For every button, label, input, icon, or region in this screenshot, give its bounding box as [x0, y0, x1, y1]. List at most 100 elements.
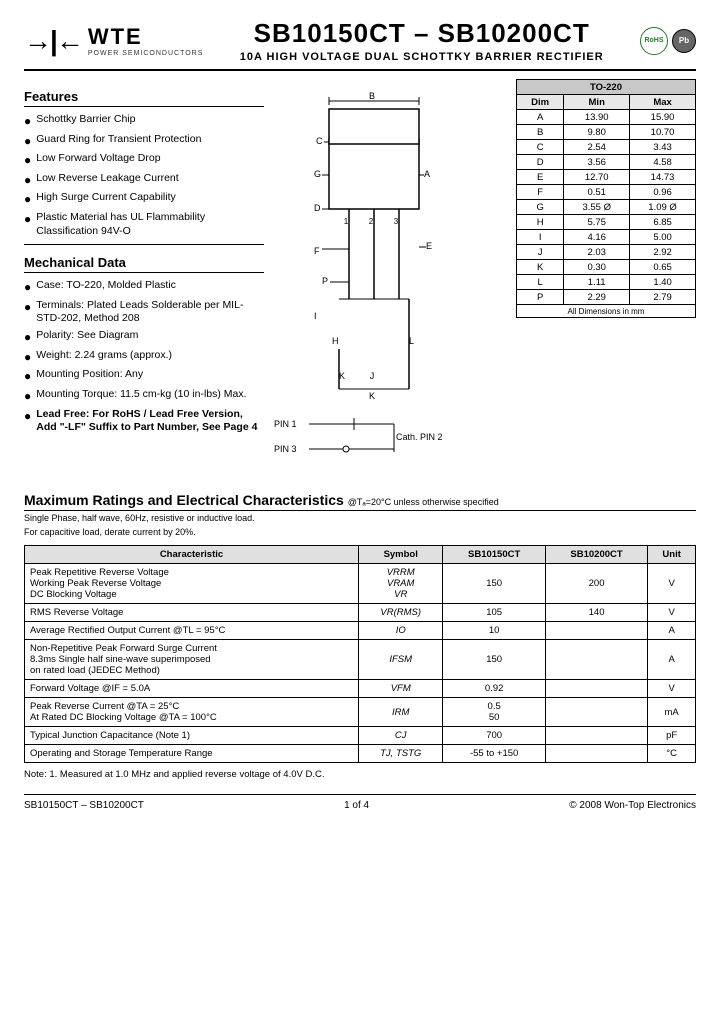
max-ratings-title: Maximum Ratings and Electrical Character… — [24, 492, 344, 508]
svg-text:C: C — [316, 136, 323, 146]
footer-right: © 2008 Won-Top Electronics — [569, 800, 696, 811]
char-cell: Forward Voltage @IF = 5.0A — [25, 680, 359, 698]
dim-cell: 1.11 — [564, 275, 630, 290]
dim-cell: K — [517, 260, 564, 275]
dim-cell: 14.73 — [630, 170, 696, 185]
dim-cell: 4.58 — [630, 155, 696, 170]
bullet-icon: ● — [24, 212, 31, 228]
svg-text:K: K — [369, 391, 375, 399]
dim-cell: H — [517, 215, 564, 230]
table-row: Operating and Storage Temperature RangeT… — [25, 745, 696, 763]
bullet-icon: ● — [24, 409, 31, 425]
dim-cell: 2.03 — [564, 245, 630, 260]
symbol-cell: VR(RMS) — [359, 604, 443, 622]
table-row: Non-Repetitive Peak Forward Surge Curren… — [25, 640, 696, 680]
unit-cell: A — [648, 622, 696, 640]
table-row: Typical Junction Capacitance (Note 1)CJ7… — [25, 727, 696, 745]
dim-cell: 3.55 Ø — [564, 200, 630, 215]
symbol-cell: IFSM — [359, 640, 443, 680]
max-ratings-section: Maximum Ratings and Electrical Character… — [24, 478, 696, 763]
symbol-cell: IO — [359, 622, 443, 640]
subtitle: 10A HIGH VOLTAGE DUAL SCHOTTKY BARRIER R… — [203, 51, 640, 63]
unit-cell: mA — [648, 698, 696, 727]
dim-cell: J — [517, 245, 564, 260]
svg-text:I: I — [314, 311, 317, 321]
page-footer: SB10150CT – SB10200CT 1 of 4 © 2008 Won-… — [24, 794, 696, 811]
table-row: RMS Reverse VoltageVR(RMS)105140V — [25, 604, 696, 622]
dim-cell: 2.79 — [630, 290, 696, 305]
dim-header-max: Max — [630, 95, 696, 110]
symbol-cell: VRRM VRAM VR — [359, 564, 443, 604]
svg-text:P: P — [322, 276, 328, 286]
dim-cell: L — [517, 275, 564, 290]
features-list: ●Schottky Barrier Chip ●Guard Ring for T… — [24, 113, 264, 238]
footer-center: 1 of 4 — [344, 800, 369, 811]
list-item: ●Schottky Barrier Chip — [24, 113, 264, 130]
dim-cell: 0.51 — [564, 185, 630, 200]
char-cell: Average Rectified Output Current @TL = 9… — [25, 622, 359, 640]
list-item: ●Terminals: Plated Leads Solderable per … — [24, 299, 264, 326]
char-col-header: Characteristic — [25, 546, 359, 564]
val2-cell — [545, 680, 647, 698]
pin-diagram: PIN 1 PIN 3 Cath. PIN 2 — [274, 412, 508, 464]
bullet-icon: ● — [24, 114, 31, 130]
symbol-cell: VFM — [359, 680, 443, 698]
svg-text:E: E — [426, 241, 432, 251]
symbol-cell: CJ — [359, 727, 443, 745]
rohs-badge: RoHS — [640, 27, 668, 55]
svg-text:1: 1 — [344, 217, 349, 226]
list-item: ●Plastic Material has UL Flammability Cl… — [24, 211, 264, 238]
dim-cell: A — [517, 110, 564, 125]
list-item: ●Guard Ring for Transient Protection — [24, 133, 264, 150]
max-ratings-condition: @Tₐ=20°C unless otherwise specified — [348, 497, 499, 507]
logo-symbol: →|← — [24, 25, 82, 57]
dim-cell: I — [517, 230, 564, 245]
bullet-icon: ● — [24, 330, 31, 346]
dim-cell: G — [517, 200, 564, 215]
val1-cell: 150 — [443, 564, 545, 604]
svg-text:3: 3 — [394, 217, 399, 226]
val1-cell: 150 — [443, 640, 545, 680]
table-row: Peak Reverse Current @TA = 25°C At Rated… — [25, 698, 696, 727]
dim-cell: 10.70 — [630, 125, 696, 140]
dim-footer: All Dimensions in mm — [517, 305, 696, 318]
unit-cell: pF — [648, 727, 696, 745]
dim-cell: 1.40 — [630, 275, 696, 290]
features-title: Features — [24, 89, 264, 107]
logo-text: WTE POWER SEMICONDUCTORS — [88, 24, 204, 57]
dimensions-table: TO-220 Dim Min Max A13.9015.90B9.8010.70… — [516, 79, 696, 318]
dim-cell: 2.54 — [564, 140, 630, 155]
svg-text:K: K — [339, 371, 345, 381]
list-item: ●Mounting Torque: 11.5 cm-kg (10 in-lbs)… — [24, 388, 264, 405]
list-item: ●Mounting Position: Any — [24, 368, 264, 385]
badges: RoHS Pb — [640, 27, 696, 55]
note-text: Note: 1. Measured at 1.0 MHz and applied… — [24, 769, 696, 780]
svg-text:G: G — [314, 169, 321, 179]
val2-cell: 200 — [545, 564, 647, 604]
diagram-svg: 1 2 3 B C G D F — [274, 79, 474, 399]
dim-cell: 3.56 — [564, 155, 630, 170]
unit-cell: V — [648, 680, 696, 698]
mechanical-list: ●Case: TO-220, Molded Plastic ●Terminals… — [24, 279, 264, 435]
bullet-icon: ● — [24, 192, 31, 208]
bullet-icon: ● — [24, 369, 31, 385]
char-cell: RMS Reverse Voltage — [25, 604, 359, 622]
dim-header-dim: Dim — [517, 95, 564, 110]
list-item: ●Low Forward Voltage Drop — [24, 152, 264, 169]
mechanical-title: Mechanical Data — [24, 255, 264, 273]
component-diagram: 1 2 3 B C G D F — [274, 79, 508, 464]
val1-cell: 0.92 — [443, 680, 545, 698]
dim-cell: E — [517, 170, 564, 185]
val2-cell: 140 — [545, 604, 647, 622]
char-cell: Typical Junction Capacitance (Note 1) — [25, 727, 359, 745]
svg-text:PIN 3: PIN 3 — [274, 444, 297, 454]
bullet-icon: ● — [24, 350, 31, 366]
unit-col-header: Unit — [648, 546, 696, 564]
sb150-col-header: SB10150CT — [443, 546, 545, 564]
bullet-icon: ● — [24, 280, 31, 296]
val1-cell: 0.5 50 — [443, 698, 545, 727]
symbol-cell: IRM — [359, 698, 443, 727]
char-cell: Operating and Storage Temperature Range — [25, 745, 359, 763]
table-row: Forward Voltage @IF = 5.0AVFM0.92 V — [25, 680, 696, 698]
dim-header-min: Min — [564, 95, 630, 110]
